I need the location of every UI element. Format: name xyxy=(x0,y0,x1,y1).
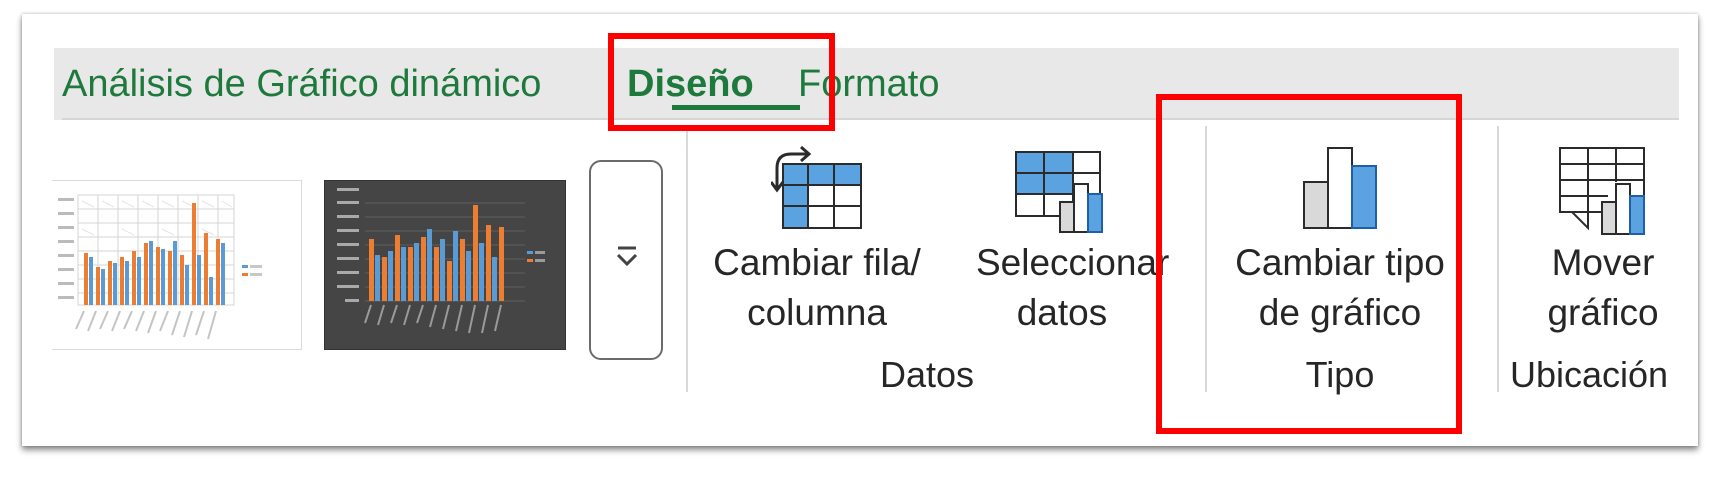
ribbon-group-separator xyxy=(1497,126,1499,392)
tab-analisis-grafico-dinamico[interactable]: Análisis de Gráfico dinámico xyxy=(62,48,541,120)
ribbon-group-separator xyxy=(686,126,688,392)
switch-row-column-label-line1: Cambiar fila/ xyxy=(713,242,921,283)
highlight-box-diseno-tab xyxy=(608,33,835,131)
ribbon-window: Análisis de Gráfico dinámico Diseño Form… xyxy=(22,14,1698,446)
chart-style-thumbnail-dark[interactable] xyxy=(324,180,566,350)
move-chart-icon xyxy=(1558,146,1654,241)
select-data-label-line2: datos xyxy=(1016,292,1108,333)
chart-styles-more-button[interactable] xyxy=(589,160,663,360)
chart-style-thumbnail-light[interactable] xyxy=(52,180,302,350)
group-label-ubicacion: Ubicación xyxy=(1510,354,1669,395)
move-chart-label-line1: Mover xyxy=(1551,242,1655,283)
move-chart-button[interactable]: Mover gráfico xyxy=(1518,134,1688,354)
move-chart-label-line2: gráfico xyxy=(1547,292,1659,333)
select-data-icon xyxy=(1014,144,1110,239)
switch-row-column-button[interactable]: Cambiar fila/ columna xyxy=(702,134,932,354)
expand-gallery-icon xyxy=(616,246,638,267)
select-data-button[interactable]: Seleccionar datos xyxy=(976,134,1170,354)
switch-row-column-label-line2: columna xyxy=(747,292,887,333)
select-data-label-line1: Seleccionar xyxy=(976,242,1170,283)
switch-row-column-icon xyxy=(769,144,863,235)
highlight-box-change-chart-type xyxy=(1156,94,1462,434)
group-label-datos: Datos xyxy=(879,354,975,395)
